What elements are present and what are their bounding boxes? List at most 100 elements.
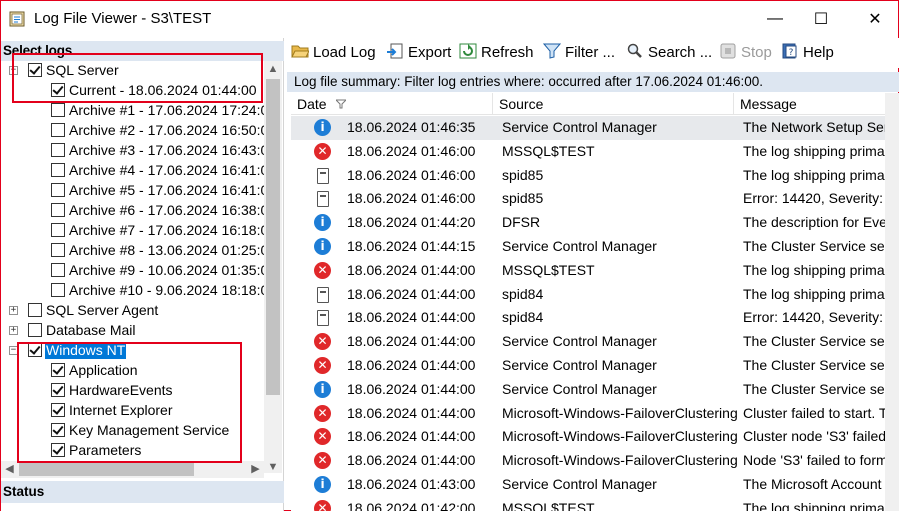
- tree-node[interactable]: Archive #10 - 9.06.2024 18:18:00: [1, 281, 264, 301]
- tree-node[interactable]: Archive #2 - 17.06.2024 16:50:00: [1, 121, 264, 141]
- tree-node-label[interactable]: Archive #10 - 9.06.2024 18:18:00: [68, 282, 264, 299]
- expand-icon[interactable]: +: [9, 326, 18, 335]
- table-row[interactable]: i 18.06.2024 01:44:00 Service Control Mana…: [291, 377, 885, 402]
- table-row[interactable]: ✕ 18.06.2024 01:44:00 Microsoft-Windows-Fa…: [291, 449, 885, 473]
- expand-icon[interactable]: +: [9, 306, 18, 315]
- filter-button[interactable]: Filter ...: [543, 42, 615, 64]
- stop-button[interactable]: Stop: [719, 42, 772, 64]
- hscroll-thumb[interactable]: [19, 463, 194, 476]
- tree-node-label[interactable]: Archive #2 - 17.06.2024 16:50:00: [68, 122, 264, 139]
- scroll-right-icon[interactable]: ▶: [247, 461, 264, 478]
- tree-node-label[interactable]: Archive #5 - 17.06.2024 16:41:00: [68, 182, 264, 199]
- tree-node[interactable]: Archive #7 - 17.06.2024 16:18:00: [1, 221, 264, 241]
- export-button[interactable]: Export: [386, 42, 451, 64]
- tree-node-label[interactable]: Parameters: [68, 442, 142, 459]
- tree-node-label[interactable]: Current - 18.06.2024 01:44:00: [68, 82, 258, 99]
- node-checkbox[interactable]: [28, 323, 42, 337]
- node-checkbox[interactable]: [51, 163, 65, 177]
- search-button[interactable]: Search ...: [626, 42, 712, 64]
- node-checkbox[interactable]: [51, 123, 65, 137]
- tree-node-label[interactable]: Archive #7 - 17.06.2024 16:18:00: [68, 222, 264, 239]
- tree-node[interactable]: Archive #6 - 17.06.2024 16:38:00: [1, 201, 264, 221]
- scroll-thumb[interactable]: [266, 79, 280, 395]
- tree-horizontal-scrollbar[interactable]: ◀ ▶: [1, 461, 264, 478]
- table-row[interactable]: 18.06.2024 01:46:00 spid85 The log shippin…: [291, 163, 885, 188]
- collapse-icon[interactable]: −: [9, 346, 18, 355]
- node-checkbox[interactable]: [51, 143, 65, 157]
- maximize-button[interactable]: ☐: [798, 1, 844, 36]
- node-checkbox[interactable]: [51, 103, 65, 117]
- node-checkbox[interactable]: [51, 83, 65, 97]
- tree-node[interactable]: − SQL Server: [1, 61, 264, 81]
- node-checkbox[interactable]: [51, 183, 65, 197]
- tree-node[interactable]: Archive #5 - 17.06.2024 16:41:00: [1, 181, 264, 201]
- table-row[interactable]: ✕ 18.06.2024 01:44:00 Service Control Mana…: [291, 330, 885, 354]
- node-checkbox[interactable]: [51, 263, 65, 277]
- table-row[interactable]: i 18.06.2024 01:46:35 Service Control Mana…: [291, 116, 885, 140]
- node-checkbox[interactable]: [51, 283, 65, 297]
- table-row[interactable]: ✕ 18.06.2024 01:44:00 Microsoft-Windows-Fa…: [291, 401, 885, 426]
- tree-node-label[interactable]: Archive #4 - 17.06.2024 16:41:00: [68, 162, 264, 179]
- scroll-down-icon[interactable]: ▼: [264, 459, 282, 476]
- tree-node-label[interactable]: Archive #9 - 10.06.2024 01:35:00: [68, 262, 264, 279]
- table-row[interactable]: 18.06.2024 01:44:00 spid84 Error: 14420, S…: [291, 306, 885, 331]
- scroll-up-icon[interactable]: ▲: [264, 61, 282, 78]
- tree-node[interactable]: + SQL Server Agent: [1, 301, 264, 321]
- tree-node[interactable]: Application: [1, 361, 264, 381]
- help-button[interactable]: ? Help: [781, 42, 834, 64]
- table-row[interactable]: 18.06.2024 01:46:00 spid85 Error: 14420, S…: [291, 187, 885, 212]
- table-row[interactable]: ✕ 18.06.2024 01:44:00 Microsoft-Windows-Fa…: [291, 425, 885, 450]
- table-row[interactable]: 18.06.2024 01:44:00 spid84 The log shippin…: [291, 282, 885, 307]
- tree-node[interactable]: Internet Explorer: [1, 401, 264, 421]
- tree-node-label[interactable]: Application: [68, 362, 139, 379]
- node-checkbox[interactable]: [51, 363, 65, 377]
- node-checkbox[interactable]: [51, 423, 65, 437]
- tree-node-label[interactable]: Archive #1 - 17.06.2024 17:24:00: [68, 102, 264, 119]
- tree-node-label[interactable]: SQL Server: [45, 62, 120, 79]
- table-row[interactable]: i 18.06.2024 01:44:20 DFSR The description …: [291, 211, 885, 235]
- tree-node[interactable]: − Windows NT: [1, 341, 264, 361]
- table-row[interactable]: ✕ 18.06.2024 01:42:00 MSSQL$TEST The log sh…: [291, 496, 885, 511]
- node-checkbox[interactable]: [51, 243, 65, 257]
- close-button[interactable]: ✕: [852, 1, 898, 36]
- tree-node[interactable]: Archive #8 - 13.06.2024 01:25:00: [1, 241, 264, 261]
- node-checkbox[interactable]: [51, 223, 65, 237]
- node-checkbox[interactable]: [51, 443, 65, 457]
- tree-node[interactable]: Archive #4 - 17.06.2024 16:41:00: [1, 161, 264, 181]
- tree-node-label[interactable]: Archive #8 - 13.06.2024 01:25:00: [68, 242, 264, 259]
- tree-node[interactable]: HardwareEvents: [1, 381, 264, 401]
- tree-node-label[interactable]: Database Mail: [45, 322, 137, 339]
- tree-node[interactable]: Archive #3 - 17.06.2024 16:43:00: [1, 141, 264, 161]
- column-header-source[interactable]: Source: [493, 93, 734, 115]
- tree-node-label[interactable]: Windows NT: [45, 342, 127, 359]
- node-checkbox[interactable]: [28, 343, 42, 357]
- tree-node[interactable]: + Database Mail: [1, 321, 264, 341]
- node-checkbox[interactable]: [51, 383, 65, 397]
- table-row[interactable]: ✕ 18.06.2024 01:44:00 MSSQL$TEST The log sh…: [291, 258, 885, 283]
- node-checkbox[interactable]: [28, 303, 42, 317]
- tree-vertical-scrollbar[interactable]: ▲ ▼: [264, 61, 282, 473]
- tree-node[interactable]: Current - 18.06.2024 01:44:00: [1, 81, 264, 101]
- tree-node-label[interactable]: SQL Server Agent: [45, 302, 159, 319]
- tree-node-label[interactable]: HardwareEvents: [68, 382, 174, 399]
- table-row[interactable]: i 18.06.2024 01:43:00 Service Control Mana…: [291, 473, 885, 497]
- collapse-icon[interactable]: −: [9, 66, 18, 75]
- node-checkbox[interactable]: [51, 403, 65, 417]
- tree-node-label[interactable]: Archive #3 - 17.06.2024 16:43:00: [68, 142, 264, 159]
- tree-node[interactable]: Archive #1 - 17.06.2024 17:24:00: [1, 101, 264, 121]
- table-row[interactable]: ✕ 18.06.2024 01:46:00 MSSQL$TEST The log sh…: [291, 139, 885, 164]
- grid-vertical-scrollbar[interactable]: [885, 93, 899, 511]
- tree-node-label[interactable]: Key Management Service: [68, 422, 230, 439]
- tree-node-label[interactable]: Archive #6 - 17.06.2024 16:38:00: [68, 202, 264, 219]
- tree-node[interactable]: Parameters: [1, 441, 264, 461]
- column-header-message[interactable]: Message: [734, 93, 885, 115]
- tree-node[interactable]: Archive #9 - 10.06.2024 01:35:00: [1, 261, 264, 281]
- tree-node-label[interactable]: Internet Explorer: [68, 402, 174, 419]
- tree-node[interactable]: Key Management Service: [1, 421, 264, 441]
- node-checkbox[interactable]: [28, 63, 42, 77]
- scroll-left-icon[interactable]: ◀: [1, 461, 18, 478]
- load-log-button[interactable]: Load Log: [291, 42, 376, 64]
- node-checkbox[interactable]: [51, 203, 65, 217]
- column-header-date[interactable]: Date: [291, 93, 493, 115]
- table-row[interactable]: ✕ 18.06.2024 01:44:00 Service Control Mana…: [291, 354, 885, 378]
